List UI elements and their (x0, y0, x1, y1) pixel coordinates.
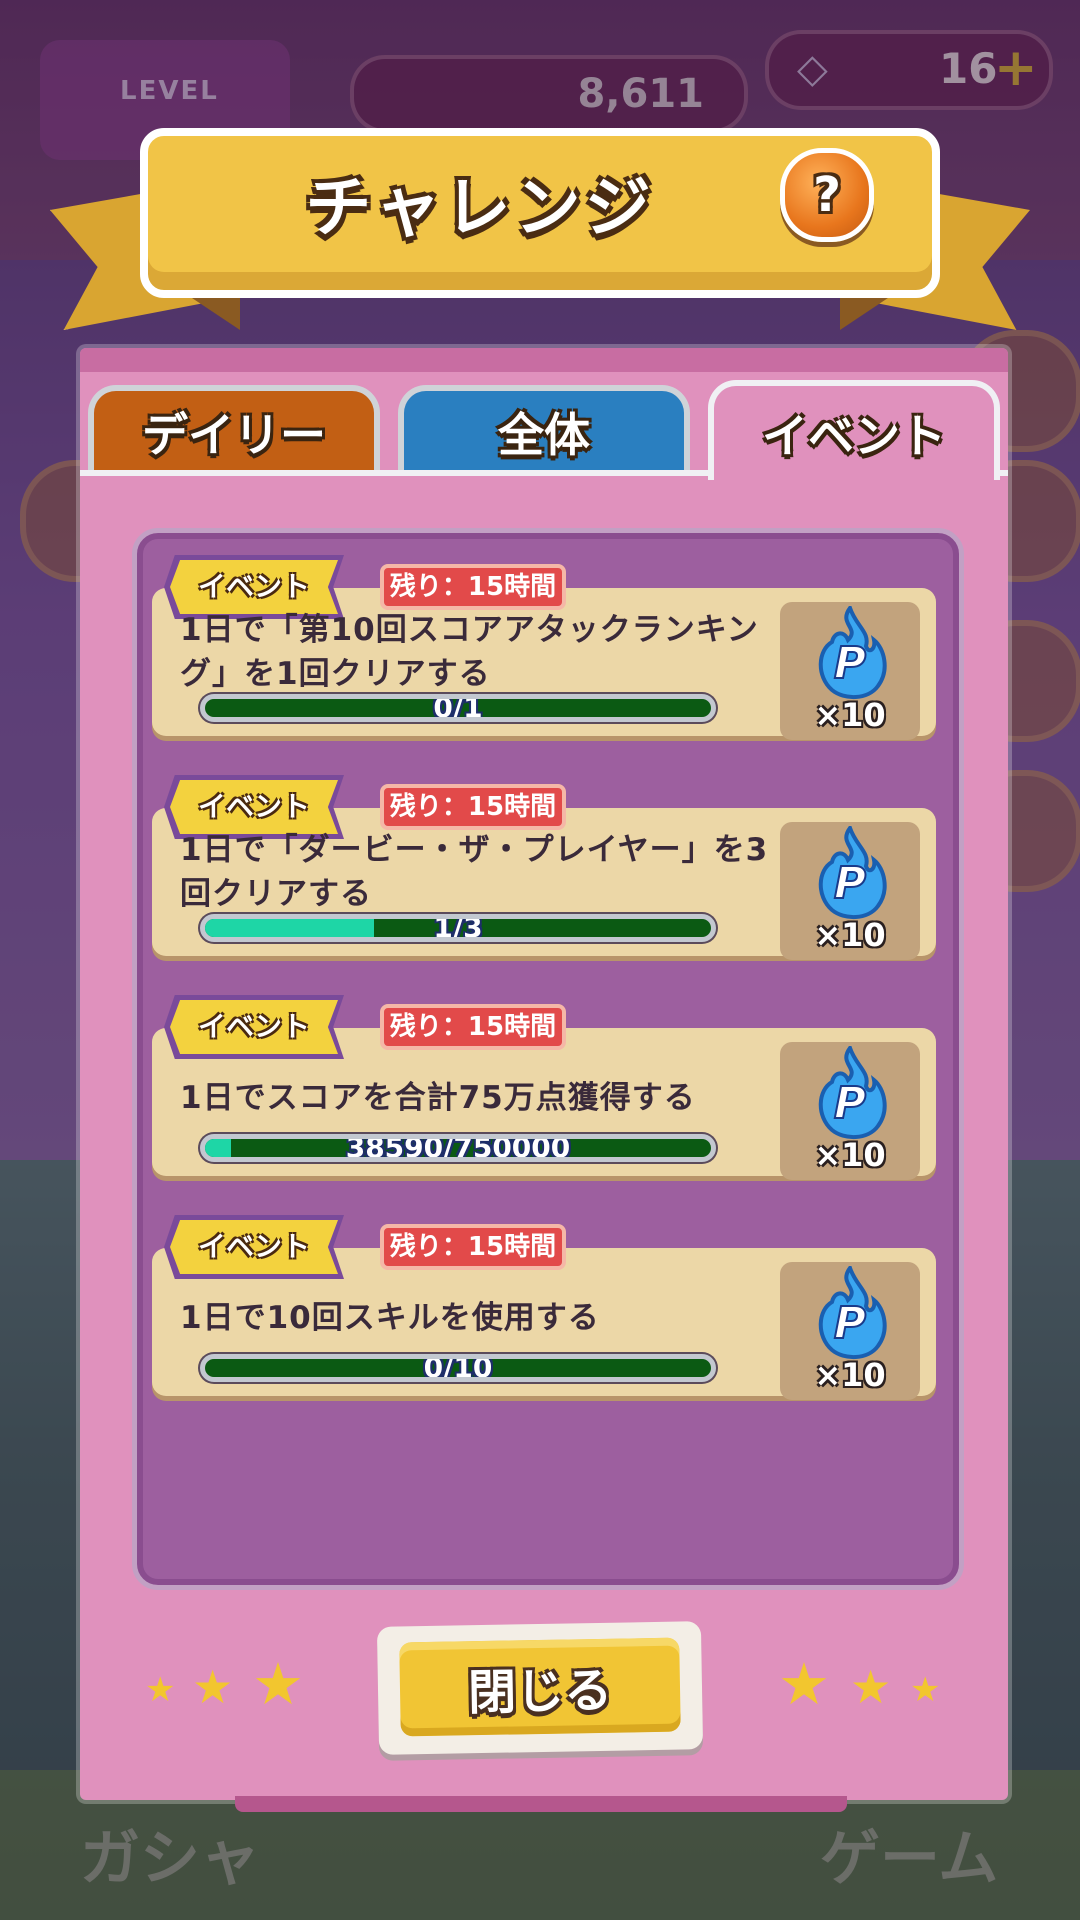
title-banner: チャレンジ ? (50, 120, 1030, 330)
star-icon: ★ (850, 1660, 892, 1714)
tab-event-label: イベント (762, 409, 946, 463)
star-icon: ★ (910, 1670, 941, 1710)
progress-text: 1/3 (433, 914, 483, 942)
event-badge-label: イベント (197, 1010, 310, 1043)
challenge-title: 1日で「ダービー・ザ・プレイヤー」を3回クリアする (180, 832, 769, 912)
event-badge: イベント (164, 775, 344, 839)
svg-text:P: P (834, 858, 866, 909)
close-button-frame: 閉じる (376, 1621, 704, 1755)
progress-bar: 0/10 (200, 1354, 716, 1382)
reward-box: P ×10 (780, 1042, 920, 1180)
challenge-card: イベント 残り：15時間 1日で「第10回スコアアタックランキング」を1回クリア… (152, 555, 936, 740)
tab-daily[interactable]: デイリー (88, 385, 380, 473)
event-badge: イベント (164, 1215, 344, 1279)
progress-bar: 38590/750000 (200, 1134, 716, 1162)
tab-overall[interactable]: 全体 (398, 385, 690, 473)
p-flame-icon: P (818, 826, 887, 919)
page-title: チャレンジ (305, 169, 655, 246)
challenge-title: 1日で10回スキルを使用する (180, 1300, 600, 1336)
challenge-card: イベント 残り：15時間 1日で「ダービー・ザ・プレイヤー」を3回クリアする 1… (152, 775, 936, 960)
help-button[interactable]: ? (780, 148, 874, 242)
star-icon: ★ (145, 1670, 176, 1710)
progress-text: 38590/750000 (345, 1134, 571, 1162)
progress-bar: 1/3 (200, 914, 716, 942)
reward-count: ×10 (814, 696, 886, 734)
challenge-title: 1日で「第10回スコアアタックランキング」を1回クリアする (180, 612, 759, 692)
event-badge-label: イベント (197, 790, 310, 823)
panel-top-edge (80, 348, 1008, 372)
time-remaining-badge: 残り：15時間 (380, 1004, 566, 1050)
reward-box: P ×10 (780, 602, 920, 740)
progress-text: 0/10 (423, 1354, 493, 1382)
p-flame-icon: P (818, 1046, 887, 1139)
reward-box: P ×10 (780, 1262, 920, 1400)
challenge-card: イベント 残り：15時間 1日で10回スキルを使用する 0/10 P ×10 (152, 1215, 936, 1400)
reward-box: P ×10 (780, 822, 920, 960)
tab-event[interactable]: イベント (708, 380, 1000, 480)
panel-bottom-edge (235, 1796, 847, 1812)
svg-text:P: P (834, 638, 866, 689)
tab-overall-label: 全体 (498, 408, 590, 462)
time-remaining-badge: 残り：15時間 (380, 1224, 566, 1270)
challenge-title: 1日でスコアを合計75万点獲得する (180, 1080, 696, 1116)
event-badge-label: イベント (197, 570, 310, 603)
reward-count: ×10 (814, 1136, 886, 1174)
reward-count: ×10 (814, 916, 886, 954)
progress-bar: 0/1 (200, 694, 716, 722)
time-remaining-badge: 残り：15時間 (380, 564, 566, 610)
event-badge-label: イベント (197, 1230, 310, 1263)
reward-count: ×10 (814, 1356, 886, 1394)
svg-text:P: P (834, 1078, 866, 1129)
event-badge: イベント (164, 555, 344, 619)
p-flame-icon: P (818, 1266, 887, 1359)
time-remaining-badge: 残り：15時間 (380, 784, 566, 830)
event-badge: イベント (164, 995, 344, 1059)
tab-daily-label: デイリー (142, 408, 326, 462)
star-icon: ★ (252, 1650, 304, 1718)
svg-text:P: P (834, 1298, 866, 1349)
star-icon: ★ (192, 1660, 234, 1714)
challenge-card: イベント 残り：15時間 1日でスコアを合計75万点獲得する 38590/750… (152, 995, 936, 1180)
p-flame-icon: P (818, 606, 887, 699)
close-button[interactable]: 閉じる (399, 1637, 681, 1737)
star-icon: ★ (778, 1650, 830, 1718)
progress-text: 0/1 (433, 694, 483, 722)
